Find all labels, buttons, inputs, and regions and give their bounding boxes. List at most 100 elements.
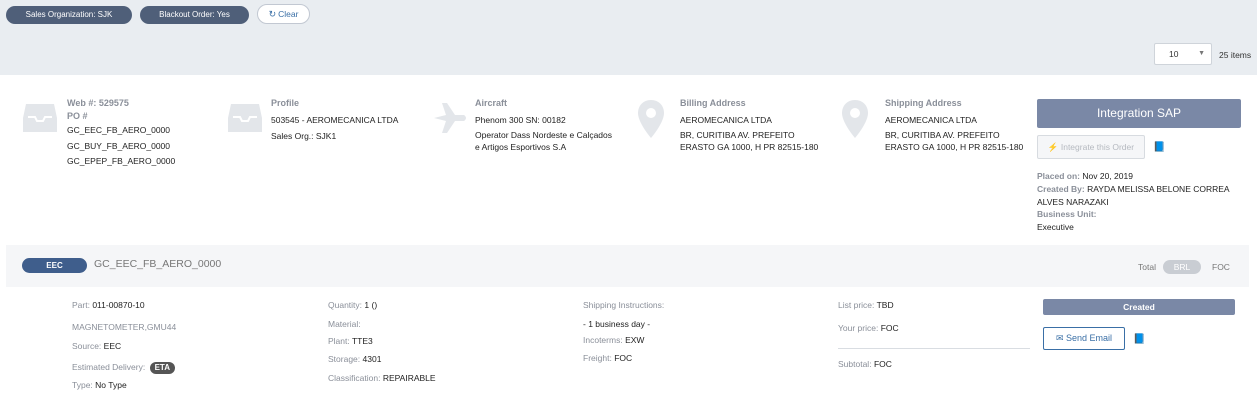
profile-title: Profile: [271, 98, 300, 108]
send-email-label: Send Email: [1066, 333, 1113, 343]
your-price-label: Your price:: [838, 323, 879, 333]
book-icon[interactable]: 📘: [1133, 334, 1145, 345]
billing-name: AEROMECANICA LTDA: [680, 114, 772, 125]
created-by-label: Created By:: [1037, 183, 1085, 194]
estimated-delivery-label: Estimated Delivery:: [72, 362, 146, 372]
subtotal-value: FOC: [873, 359, 892, 369]
quantity-value: 1 (): [364, 300, 378, 310]
placed-on-value: Nov 20, 2019: [1082, 171, 1133, 181]
po-number: GC_EPEP_FB_AERO_0000: [67, 156, 176, 166]
aircraft-model: Phenom 300 SN: 00182: [475, 114, 566, 125]
shipping-address: BR, CURITIBA AV. PREFEITO ERASTO GA 1000…: [885, 130, 1024, 152]
type-label: Type:: [72, 380, 93, 390]
total-value: FOC: [1212, 262, 1230, 272]
send-email-button[interactable]: ✉ Send Email: [1043, 327, 1125, 350]
plant-label: Plant:: [328, 336, 350, 346]
plane-icon: [432, 100, 468, 138]
profile-name: 503545 - AEROMECANICA LTDA: [271, 114, 399, 125]
po-label: PO #: [67, 110, 88, 121]
freight-value: FOC: [614, 353, 633, 363]
line-item-title: GC_EEC_FB_AERO_0000: [94, 258, 222, 270]
items-count: 25 items: [1219, 50, 1252, 60]
chevron-down-icon: ▼: [1198, 50, 1205, 57]
freight-label: Freight:: [583, 353, 612, 363]
subtotal-label: Subtotal:: [838, 359, 872, 369]
map-marker-icon: [638, 100, 664, 140]
billing-title: Billing Address: [680, 98, 746, 108]
incoterms-value: EXW: [625, 335, 645, 345]
currency-badge: BRL: [1163, 260, 1201, 274]
order-numbers: Web #: 529575 PO # GC_EEC_FB_AERO_0000 G…: [67, 97, 217, 168]
freight-field: Freight: FOC: [583, 353, 632, 363]
business-unit-label: Business Unit:: [1037, 209, 1097, 220]
storage-label: Storage:: [328, 354, 361, 364]
envelope-icon: ✉: [1055, 333, 1064, 343]
po-number: GC_BUY_FB_AERO_0000: [67, 140, 170, 151]
list-price-label: List price:: [838, 300, 875, 310]
part-value: 011-00870-10: [92, 300, 145, 310]
part-field: Part: 011-00870-10: [72, 300, 145, 310]
shipping-instructions-field: Shipping Instructions:: [583, 300, 664, 310]
refresh-icon: ↻: [268, 9, 277, 19]
source-field: Source: EEC: [72, 341, 121, 351]
aircraft-operator: Operator Dass Nordeste e Calçados e Arti…: [475, 130, 613, 152]
classification-label: Classification:: [328, 373, 381, 383]
shipping-address-block: Shipping Address AEROMECANICA LTDA BR, C…: [885, 97, 1030, 153]
shipping-instructions-value: - 1 business day -: [583, 319, 651, 329]
web-number: Web #: 529575: [67, 98, 129, 108]
subtotal-field: Subtotal: FOC: [838, 359, 892, 369]
billing-address: BR, CURITIBA AV. PREFEITO ERASTO GA 1000…: [680, 130, 819, 152]
estimated-delivery-field: Estimated Delivery: ETA: [72, 362, 175, 374]
incoterms-field: Incoterms: EXW: [583, 335, 644, 345]
inbox-icon: [22, 100, 58, 136]
incoterms-label: Incoterms:: [583, 335, 623, 345]
filter-chip-blackout-order[interactable]: Blackout Order: Yes: [140, 6, 249, 24]
billing-address-block: Billing Address AEROMECANICA LTDA BR, CU…: [680, 97, 825, 153]
integrate-order-button[interactable]: ⚡ Integrate this Order: [1037, 135, 1145, 159]
page-size-value: 10: [1169, 49, 1179, 59]
book-icon[interactable]: 📘: [1153, 142, 1165, 153]
source-label: Source:: [72, 341, 102, 351]
shipping-name: AEROMECANICA LTDA: [885, 114, 977, 125]
quantity-field: Quantity: 1 (): [328, 300, 377, 310]
placed-on-label: Placed on:: [1037, 171, 1080, 181]
list-price-field: List price: TBD: [838, 300, 894, 310]
storage-value: 4301: [362, 354, 382, 364]
plant-field: Plant: TTE3: [328, 336, 373, 346]
integrate-order-label: Integrate this Order: [1060, 142, 1135, 152]
business-unit-value: Executive: [1037, 222, 1074, 233]
classification-value: REPAIRABLE: [382, 373, 436, 383]
order-meta: Placed on: Nov 20, 2019 Created By: RAYD…: [1037, 170, 1252, 234]
sales-org: Sales Org.: SJK1: [271, 131, 337, 141]
part-label: Part:: [72, 300, 90, 310]
shipping-title: Shipping Address: [885, 98, 962, 108]
eta-badge: ETA: [149, 362, 175, 374]
your-price-field: Your price: FOC: [838, 323, 899, 333]
list-price-value: TBD: [876, 300, 894, 310]
aircraft-title: Aircraft: [475, 98, 508, 108]
classification-field: Classification: REPAIRABLE: [328, 373, 436, 383]
material-label: Material:: [328, 319, 361, 329]
divider: [838, 348, 1030, 349]
storage-field: Storage: 4301: [328, 354, 381, 364]
your-price-value: FOC: [880, 323, 899, 333]
source-value: EEC: [103, 341, 122, 351]
plant-value: TTE3: [351, 336, 373, 346]
page-size-select[interactable]: 10 ▼: [1154, 43, 1212, 65]
status-badge: Created: [1043, 299, 1235, 315]
quantity-label: Quantity:: [328, 300, 363, 310]
clear-filters-button[interactable]: ↻ Clear: [257, 4, 310, 24]
integration-sap-button[interactable]: Integration SAP: [1037, 99, 1241, 128]
aircraft-block: Aircraft Phenom 300 SN: 00182 Operator D…: [475, 97, 615, 153]
bolt-icon: ⚡: [1047, 142, 1059, 152]
part-description: MAGNETOMETER,GMU44: [72, 322, 177, 332]
material-field: Material:: [328, 319, 361, 329]
filter-chip-sales-organization[interactable]: Sales Organization: SJK: [6, 6, 132, 24]
type-value: No Type: [95, 380, 127, 390]
type-field: Type: No Type: [72, 380, 127, 390]
po-number: GC_EEC_FB_AERO_0000: [67, 125, 170, 135]
clear-label: Clear: [278, 9, 299, 19]
map-marker-icon: [842, 100, 868, 140]
shipping-instructions-label: Shipping Instructions:: [583, 300, 665, 310]
profile-block: Profile 503545 - AEROMECANICA LTDA Sales…: [271, 97, 421, 143]
